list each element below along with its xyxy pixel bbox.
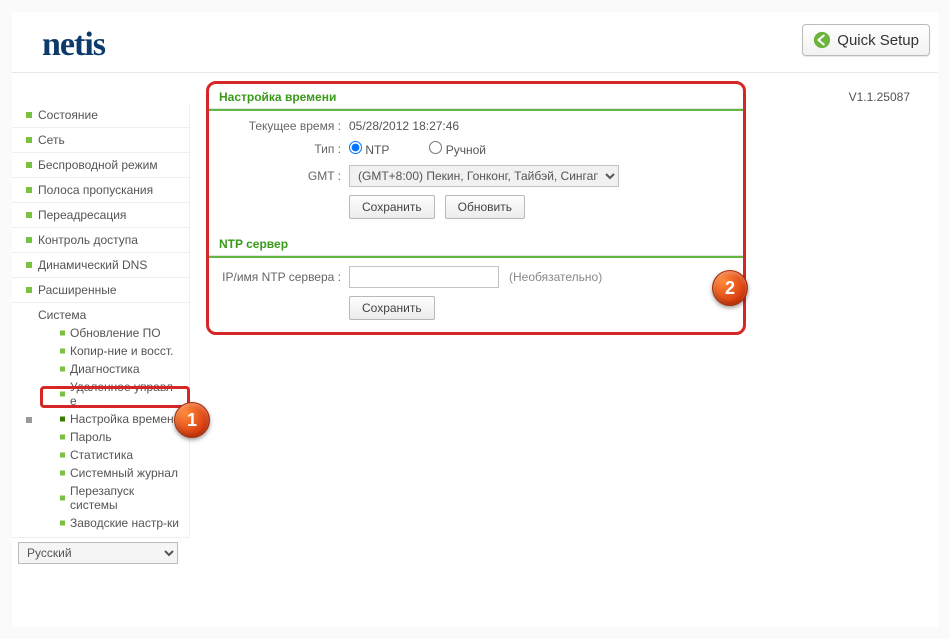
sidebar-sub-password[interactable]: Пароль (38, 428, 181, 446)
save-button[interactable]: Сохранить (349, 195, 435, 219)
ntp-ip-input[interactable] (349, 266, 499, 288)
sidebar-sub-reboot[interactable]: Перезапуск системы (38, 482, 181, 514)
main-content: Настройка времени Текущее время : 05/28/… (190, 73, 938, 626)
sidebar-item-forwarding[interactable]: Переадресация (12, 203, 189, 228)
ntp-ip-label: IP/имя NTP сервера : (219, 270, 349, 284)
gmt-label: GMT : (219, 169, 349, 183)
sidebar-item-label: Система (38, 308, 86, 322)
section-title-ntp: NTP сервер (209, 231, 743, 256)
sidebar-item-bandwidth[interactable]: Полоса пропускания (12, 178, 189, 203)
sidebar-sub-firmware[interactable]: Обновление ПО (38, 324, 181, 342)
sidebar-item-wireless[interactable]: Беспроводной режим (12, 153, 189, 178)
sidebar-sub-diagnostics[interactable]: Диагностика (38, 360, 181, 378)
sidebar-item-ddns[interactable]: Динамический DNS (12, 253, 189, 278)
sidebar-sub-remote[interactable]: Удаленное управл-е (38, 378, 181, 410)
sidebar-sub-syslog[interactable]: Системный журнал (38, 464, 181, 482)
section-title-time: Настройка времени (209, 84, 743, 109)
refresh-button[interactable]: Обновить (445, 195, 525, 219)
language-select[interactable]: Русский (18, 542, 178, 564)
current-time-value: 05/28/2012 18:27:46 (349, 119, 733, 133)
sidebar-sub-time[interactable]: Настройка времени (38, 410, 181, 428)
sidebar-sub-stats[interactable]: Статистика (38, 446, 181, 464)
annotation-badge-1: 1 (174, 402, 210, 438)
optional-hint: (Необязательно) (509, 270, 602, 284)
gmt-select[interactable]: (GMT+8:00) Пекин, Гонконг, Тайбэй, Синга… (349, 165, 619, 187)
radio-ntp[interactable]: NTP (349, 141, 389, 157)
ntp-save-button[interactable]: Сохранить (349, 296, 435, 320)
sidebar-sub-backup[interactable]: Копир-ние и восст. (38, 342, 181, 360)
quick-setup-label: Quick Setup (837, 32, 919, 49)
sidebar-item-advanced[interactable]: Расширенные (12, 278, 189, 303)
highlighted-settings-panel: Настройка времени Текущее время : 05/28/… (206, 81, 746, 335)
sidebar-sub-factory[interactable]: Заводские настр-ки (38, 514, 181, 532)
sidebar: Состояние Сеть Беспроводной режим Полоса… (12, 73, 190, 626)
radio-manual[interactable]: Ручной (429, 141, 486, 157)
annotation-badge-2: 2 (712, 270, 748, 306)
type-label: Тип : (219, 142, 349, 156)
sidebar-item-access[interactable]: Контроль доступа (12, 228, 189, 253)
current-time-label: Текущее время : (219, 119, 349, 133)
arrow-left-icon (813, 31, 831, 49)
sidebar-item-system[interactable]: Система Обновление ПО Копир-ние и восст.… (12, 303, 189, 538)
sidebar-item-network[interactable]: Сеть (12, 128, 189, 153)
sidebar-item-status[interactable]: Состояние (12, 103, 189, 128)
quick-setup-button[interactable]: Quick Setup (802, 24, 930, 56)
brand-logo: netis (42, 26, 105, 64)
